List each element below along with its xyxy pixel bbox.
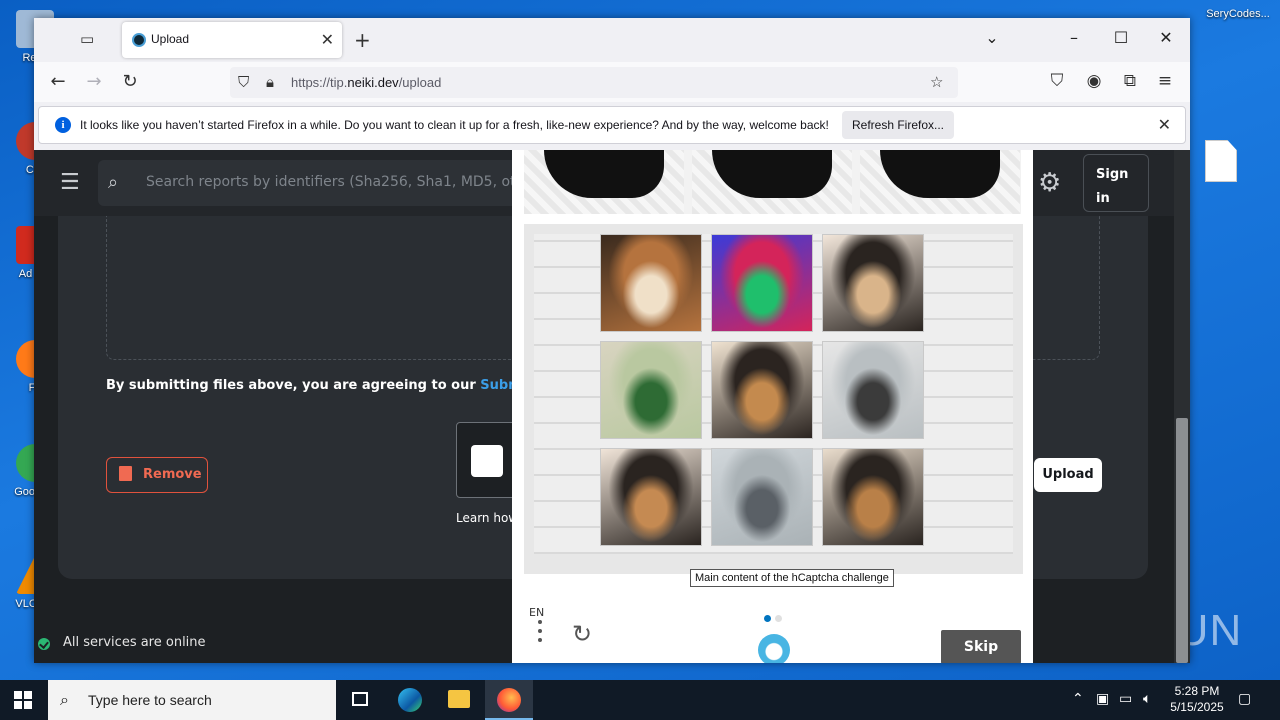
tab-overview-icon[interactable]: ▭ — [80, 30, 102, 50]
notification-text: It looks like you haven’t started Firefo… — [80, 118, 829, 132]
desktop-file[interactable]: SeryCodes... — [1205, 8, 1271, 182]
refresh-challenge-icon[interactable]: ↻ — [572, 620, 592, 648]
menu-icon[interactable]: ≡ — [1154, 71, 1176, 91]
tab-upload[interactable]: Upload ✕ — [122, 22, 342, 58]
challenge-tooltip: Main content of the hCaptcha challenge — [690, 569, 894, 587]
firefox-window: ▭ Upload ✕ + ⌄ – ☐ ✕ ← → ↻ ⛉ 🔒︎ https://… — [34, 18, 1190, 663]
scrollbar-thumb[interactable] — [1176, 418, 1188, 663]
cat-tile[interactable] — [711, 234, 813, 332]
captcha-menu-icon[interactable] — [536, 620, 544, 647]
firefox-taskbar-icon[interactable] — [485, 680, 533, 720]
desktop-file-label: SeryCodes... — [1206, 8, 1270, 20]
dog-tile[interactable] — [600, 234, 702, 332]
hcaptcha-challenge: Main content of the hCaptcha challenge E… — [512, 150, 1033, 663]
page-dot-active — [764, 615, 771, 622]
bird-tile[interactable] — [711, 448, 813, 546]
forward-icon[interactable]: → — [83, 71, 105, 92]
network-tray-icon[interactable]: ▣ — [1096, 691, 1109, 707]
display-tray-icon[interactable]: ▭ — [1119, 691, 1132, 707]
hcaptcha-logo-icon — [758, 634, 790, 663]
tracking-protection-icon[interactable]: ⛉ — [238, 73, 249, 91]
url-bar[interactable]: ⛉ 🔒︎ https://tip.neiki.dev/upload ☆ — [230, 67, 958, 98]
report-search-input[interactable]: ⌕ Search reports by identifiers (Sha256,… — [98, 160, 518, 206]
video-tutorial-thumbnail[interactable] — [456, 422, 516, 498]
hamburger-menu-icon[interactable]: ☰ — [60, 170, 80, 195]
file-explorer-icon[interactable] — [435, 680, 483, 720]
pocket-icon[interactable]: ⛉ — [1046, 71, 1068, 91]
system-clock[interactable]: 5:28 PM 5/15/2025 — [1162, 683, 1232, 715]
taskbar-search-placeholder: Type here to search — [88, 692, 212, 708]
account-icon[interactable]: ◉ — [1083, 71, 1105, 91]
search-icon: ⌕ — [108, 172, 119, 193]
back-icon[interactable]: ← — [47, 71, 69, 92]
tab-title: Upload — [151, 32, 190, 46]
trash-icon — [119, 466, 132, 481]
site-favicon-icon — [132, 33, 146, 47]
lock-icon[interactable]: 🔒︎ — [266, 73, 274, 91]
minimize-icon[interactable]: – — [1064, 28, 1084, 47]
notification-bar: i It looks like you haven’t started Fire… — [38, 106, 1186, 144]
url-text[interactable]: https://tip.neiki.dev/upload — [291, 75, 441, 90]
notification-center-icon[interactable]: ▢ — [1238, 691, 1251, 707]
navigation-toolbar: ← → ↻ ⛉ 🔒︎ https://tip.neiki.dev/upload … — [34, 62, 1190, 102]
extensions-icon[interactable]: ⧉ — [1119, 71, 1141, 91]
terms-agreement: By submitting files above, you are agree… — [106, 378, 564, 393]
taskbar-search-box[interactable]: ⌕ Type here to search — [48, 680, 336, 720]
status-text: All services are online — [63, 635, 206, 650]
maximize-icon[interactable]: ☐ — [1111, 28, 1131, 47]
dog-tile[interactable] — [711, 341, 813, 439]
remove-label: Remove — [143, 467, 202, 482]
task-view-icon[interactable] — [336, 680, 384, 720]
dog-tile[interactable] — [600, 448, 702, 546]
edge-icon[interactable] — [386, 680, 434, 720]
search-placeholder: Search reports by identifiers (Sha256, S… — [146, 174, 516, 190]
skip-button[interactable]: Skip — [941, 630, 1021, 663]
language-selector[interactable]: EN — [529, 606, 544, 619]
challenge-example-images — [524, 150, 1021, 214]
bird-tile[interactable] — [822, 341, 924, 439]
sign-in-button[interactable]: Sign in — [1083, 154, 1149, 212]
settings-gear-icon[interactable]: ⚙ — [1038, 168, 1061, 198]
taskbar: ⌕ Type here to search ⌃ ▣ ▭ 🔈︎ 5:28 PM 5… — [0, 680, 1280, 720]
close-window-icon[interactable]: ✕ — [1156, 28, 1176, 47]
remove-button[interactable]: Remove — [106, 457, 208, 493]
learn-how-link[interactable]: Learn how — [456, 511, 518, 525]
start-windows-icon[interactable] — [14, 691, 32, 709]
clock-time: 5:28 PM — [1174, 684, 1220, 698]
close-notification-icon[interactable]: ✕ — [1158, 115, 1171, 134]
reload-icon[interactable]: ↻ — [119, 71, 141, 92]
video-camera-icon — [471, 445, 503, 477]
page-dot — [775, 615, 782, 622]
bookmark-star-icon[interactable]: ☆ — [930, 73, 943, 91]
search-icon: ⌕ — [60, 690, 69, 709]
refresh-firefox-button[interactable]: Refresh Firefox... — [842, 111, 954, 139]
frog-tile[interactable] — [600, 341, 702, 439]
new-tab-icon[interactable]: + — [354, 28, 371, 52]
info-icon: i — [55, 117, 71, 133]
file-icon — [1205, 140, 1237, 182]
close-tab-icon[interactable]: ✕ — [321, 30, 334, 49]
challenge-grid: Main content of the hCaptcha challenge — [524, 224, 1023, 587]
upload-button[interactable]: Upload — [1034, 458, 1102, 492]
page-indicator — [764, 607, 786, 626]
status-ok-icon — [38, 638, 50, 650]
list-all-tabs-icon[interactable]: ⌄ — [982, 28, 1002, 47]
volume-icon[interactable]: 🔈︎ — [1143, 691, 1151, 707]
show-hidden-icons-icon[interactable]: ⌃ — [1072, 691, 1084, 707]
service-status: All services are online — [38, 635, 206, 650]
dog-tile[interactable] — [822, 448, 924, 546]
dog-tile[interactable] — [822, 234, 924, 332]
tab-bar: ▭ Upload ✕ + ⌄ – ☐ ✕ — [34, 18, 1190, 62]
clock-date: 5/15/2025 — [1170, 700, 1224, 714]
